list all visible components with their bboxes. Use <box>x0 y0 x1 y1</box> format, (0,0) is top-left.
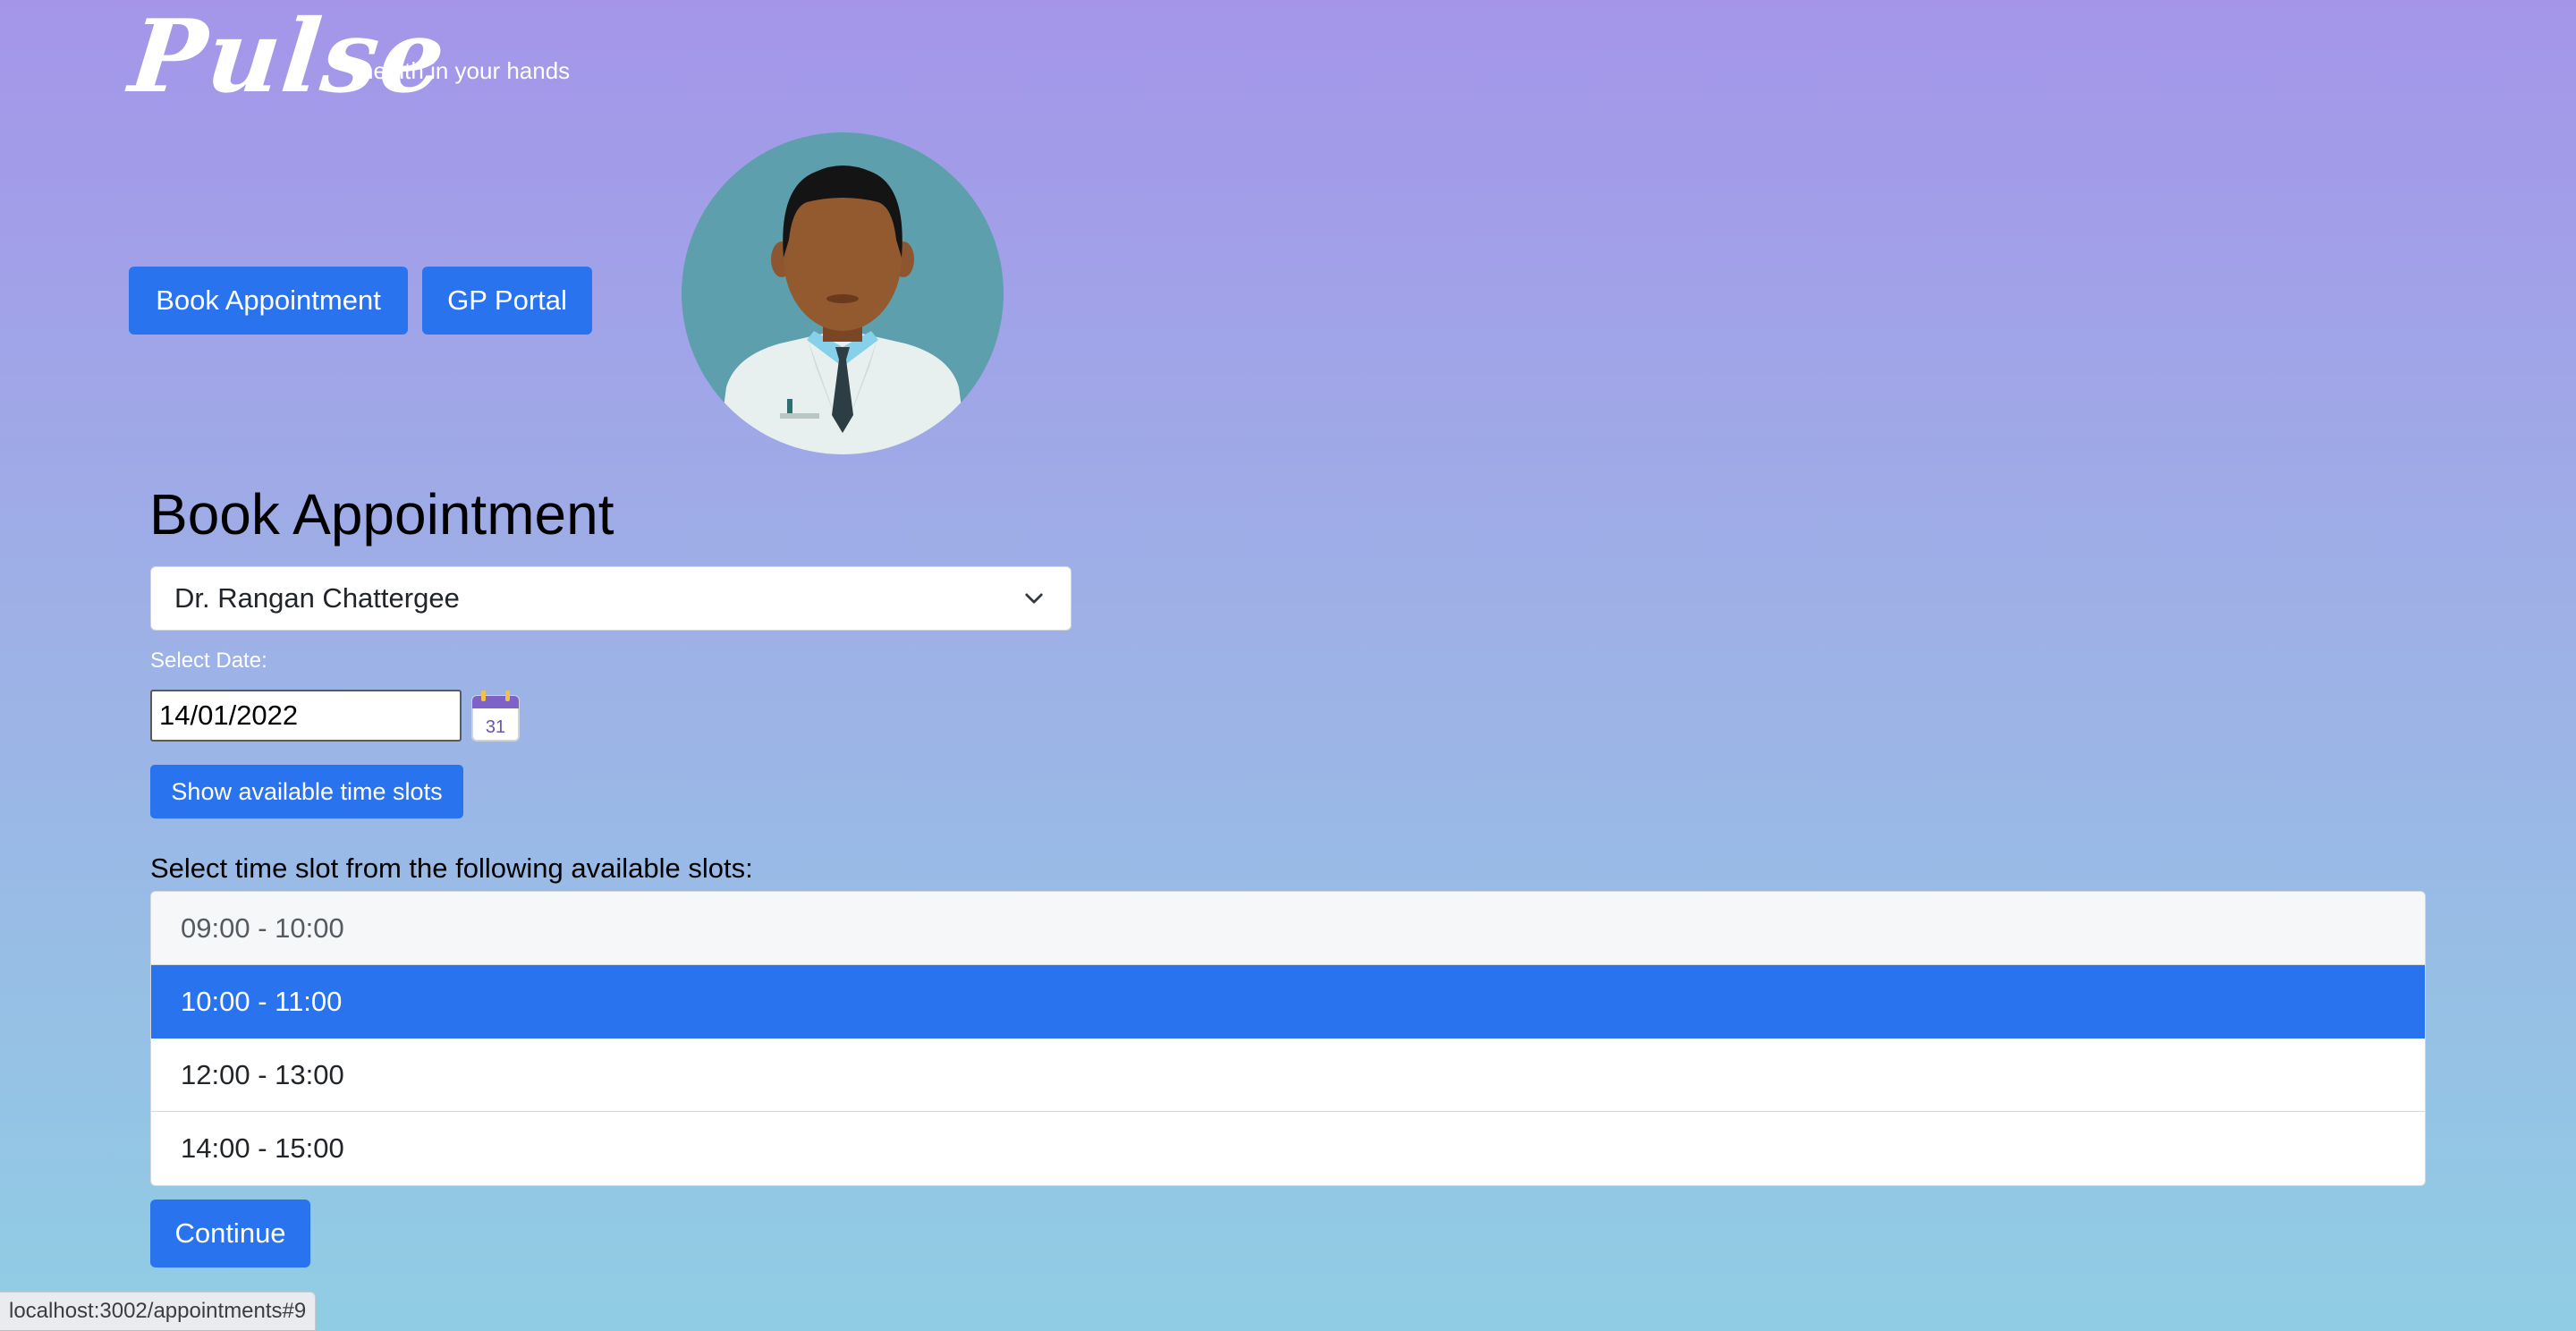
tagline: health in your hands <box>360 57 571 84</box>
date-input[interactable] <box>150 690 462 742</box>
time-slot-item[interactable]: 10:00 - 11:00 <box>151 965 2425 1039</box>
time-slot-item[interactable]: 14:00 - 15:00 <box>151 1112 2425 1185</box>
doctor-select[interactable]: Dr. Rangan Chattergee <box>150 566 1072 631</box>
time-slot-item[interactable]: 09:00 - 10:00 <box>151 892 2425 965</box>
time-slot-list: 09:00 - 10:00 10:00 - 11:00 12:00 - 13:0… <box>150 891 2426 1186</box>
slots-label: Select time slot from the following avai… <box>150 852 753 884</box>
continue-button[interactable]: Continue <box>150 1200 310 1267</box>
doctor-select-value: Dr. Rangan Chattergee <box>174 582 460 614</box>
time-slot-item[interactable]: 12:00 - 13:00 <box>151 1039 2425 1112</box>
chevron-down-icon <box>1025 593 1043 604</box>
doctor-avatar <box>682 132 1004 454</box>
calendar-icon[interactable]: 31 <box>470 689 521 742</box>
book-appointment-nav-button[interactable]: Book Appointment <box>129 267 408 335</box>
show-slots-button[interactable]: Show available time slots <box>150 765 463 818</box>
date-label: Select Date: <box>150 649 267 673</box>
status-bar-url: localhost:3002/appointments#9 <box>0 1292 317 1330</box>
calendar-day-number: 31 <box>486 717 505 737</box>
brand: Pulse <box>124 0 452 115</box>
page-title: Book Appointment <box>149 482 614 547</box>
gp-portal-nav-button[interactable]: GP Portal <box>422 267 592 335</box>
